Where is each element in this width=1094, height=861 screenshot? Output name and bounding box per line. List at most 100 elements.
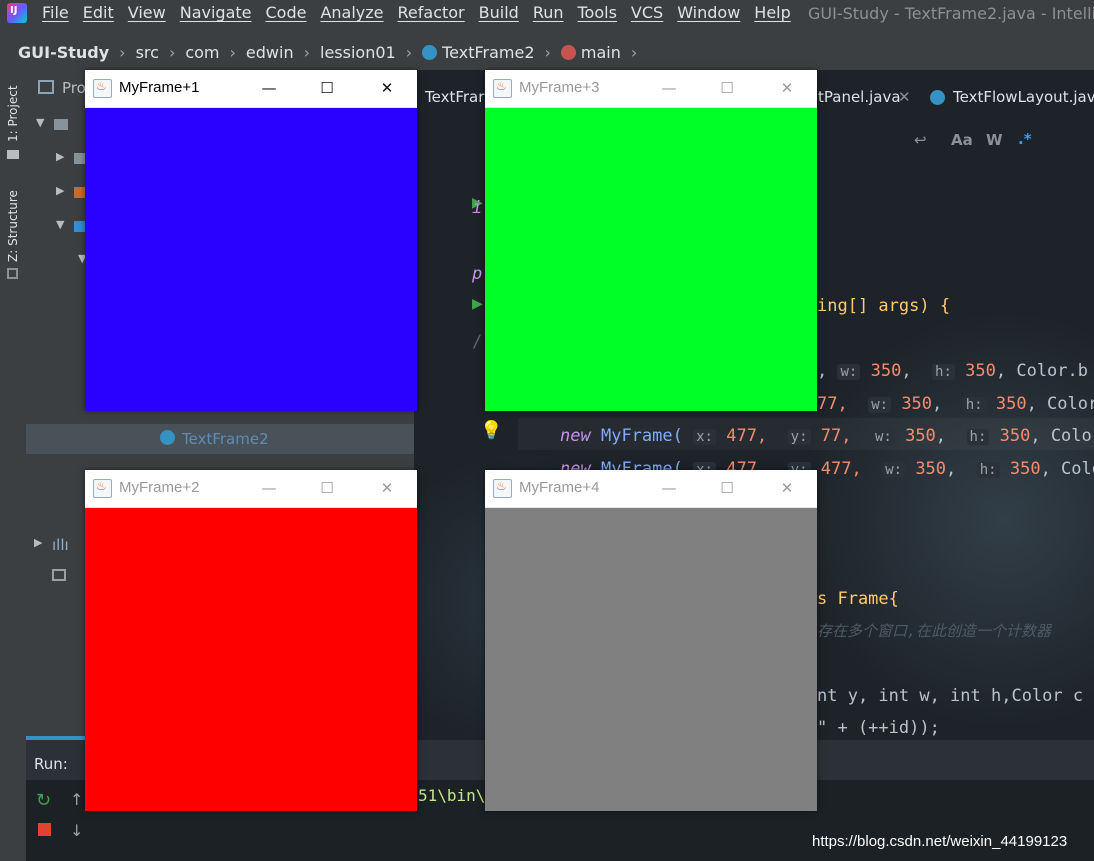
tree-file-label: TextFrame2 [182,430,269,448]
project-panel-label[interactable]: Pro [62,79,86,97]
class-icon [422,45,438,60]
arrow-down-icon[interactable]: ↓ [70,821,83,840]
breadcrumb-class-label: TextFrame2 [442,43,535,62]
breadcrumb-class[interactable]: TextFrame2 [422,43,535,62]
close-icon[interactable]: ✕ [776,77,798,99]
folder-icon [54,119,68,130]
frame-titlebar[interactable]: MyFrame+2 — ☐ ✕ [85,470,417,508]
maximize-icon[interactable]: ☐ [716,77,738,99]
arrow-up-icon[interactable]: ↑ [70,790,83,809]
minimize-icon[interactable]: — [258,477,280,499]
menu-analyze[interactable]: Analyze [320,3,383,22]
java-frame[interactable]: MyFrame+4 — ☐ ✕ [485,470,817,811]
menu-refactor[interactable]: Refactor [398,3,465,22]
collapse-arrow-icon: ▶ [56,184,65,197]
menu-help[interactable]: Help [754,3,790,22]
run-label: Run: [34,755,68,773]
whole-word-icon[interactable]: W [986,131,1003,149]
menu-edit[interactable]: Edit [83,3,114,22]
scratch-icon [52,569,66,581]
chevron-right-icon: › [168,43,176,62]
chevron-right-icon: › [303,43,310,62]
java-icon [93,479,112,498]
library-icon: ıllı [52,536,69,554]
rerun-icon[interactable]: ↻ [36,790,51,811]
frame-content[interactable] [85,108,417,411]
stop-icon[interactable] [38,823,51,836]
frame-titlebar[interactable]: MyFrame+1 — ☐ ✕ [85,70,417,108]
collapse-arrow-icon: ▶ [34,536,43,549]
method-icon [560,45,576,60]
left-tool-strip: 1: Project Z: Structure [0,70,26,861]
maximize-icon[interactable]: ☐ [316,477,338,499]
code-fragment: / [472,332,483,352]
java-frame[interactable]: MyFrame+2 — ☐ ✕ [85,470,417,811]
code-line-title: " + (++id)); [817,718,940,738]
code-line-main: ing[] args) { [817,296,951,316]
java-frame[interactable]: MyFrame+1 — ☐ ✕ [85,70,417,411]
java-icon [93,79,112,98]
code-fragment: p [472,264,483,284]
breadcrumb-com[interactable]: com [185,43,219,62]
breadcrumb-edwin[interactable]: edwin [246,43,294,62]
code-line-constructor: nt y, int w, int h,Color c [817,686,1084,706]
minimize-icon[interactable]: — [658,77,680,99]
tab-textframe[interactable]: TextFrar [425,88,484,106]
chevron-right-icon: › [119,43,126,62]
menu-view[interactable]: View [128,3,166,22]
code-line-frame3: new MyFrame( x: 477, y: 77, w: 350, h: 3… [560,426,1094,446]
java-icon [493,79,512,98]
menu-build[interactable]: Build [479,3,519,22]
tab-textpanel[interactable]: tPanel.java [818,88,901,106]
frame-title: MyFrame+1 [119,79,200,96]
menu-run[interactable]: Run [533,3,564,22]
close-icon[interactable]: ✕ [776,477,798,499]
breadcrumb-method[interactable]: main [560,43,621,62]
frame-titlebar[interactable]: MyFrame+3 — ☐ ✕ [485,70,817,108]
maximize-icon[interactable]: ☐ [316,77,338,99]
menu-navigate[interactable]: Navigate [180,3,252,22]
class-icon [930,90,945,105]
close-tab-icon[interactable]: ✕ [898,88,911,106]
tab-structure[interactable]: Z: Structure [6,190,20,262]
frame-titlebar[interactable]: MyFrame+4 — ☐ ✕ [485,470,817,508]
regex-icon[interactable]: .* [1018,130,1032,148]
menu-file[interactable]: File [42,3,69,22]
tab-project[interactable]: 1: Project [6,85,20,142]
minimize-icon[interactable]: — [658,477,680,499]
minimize-icon[interactable]: — [258,77,280,99]
tab-textflowlayout[interactable]: TextFlowLayout.java [953,88,1094,106]
wrap-icon[interactable]: ↩ [914,131,927,149]
chevron-right-icon: › [630,43,638,62]
window-title: GUI-Study - TextFrame2.java - IntelliJ I… [808,4,1094,23]
chevron-right-icon: › [405,43,413,62]
frame-title: MyFrame+2 [119,479,200,496]
frame-content[interactable] [485,108,817,411]
java-frame[interactable]: MyFrame+3 — ☐ ✕ [485,70,817,411]
frame-content[interactable] [485,508,817,811]
expand-arrow-icon: ▼ [36,116,45,129]
frame-title: MyFrame+3 [519,79,600,96]
close-icon[interactable]: ✕ [376,77,398,99]
collapse-arrow-icon: ▶ [56,150,65,163]
breadcrumb-lession01[interactable]: lession01 [320,43,396,62]
breadcrumb-project[interactable]: GUI-Study [18,43,109,62]
folder-icon [7,150,19,159]
tree-row-selected[interactable]: TextFrame2 [26,424,414,454]
menu-code[interactable]: Code [266,3,307,22]
breadcrumb-src[interactable]: src [136,43,159,62]
maximize-icon[interactable]: ☐ [716,477,738,499]
java-icon [493,479,512,498]
menu-spacer [0,26,1094,34]
frame-content[interactable] [85,508,417,811]
menu-vcs[interactable]: VCS [631,3,663,22]
menu-tools[interactable]: Tools [578,3,617,22]
menu-window[interactable]: Window [677,3,740,22]
close-icon[interactable]: ✕ [376,477,398,499]
watermark: https://blog.csdn.net/weixin_44199123 [812,833,1068,850]
lightbulb-icon[interactable]: 💡 [480,420,502,441]
run-gutter-icon[interactable]: ▶ [472,296,483,312]
match-case-icon[interactable]: Aa [951,131,973,149]
menu-bar: File Edit View Navigate Code Analyze Ref… [0,0,1094,26]
breadcrumb: GUI-Study › src › com › edwin › lession01 › T… [0,34,1094,70]
